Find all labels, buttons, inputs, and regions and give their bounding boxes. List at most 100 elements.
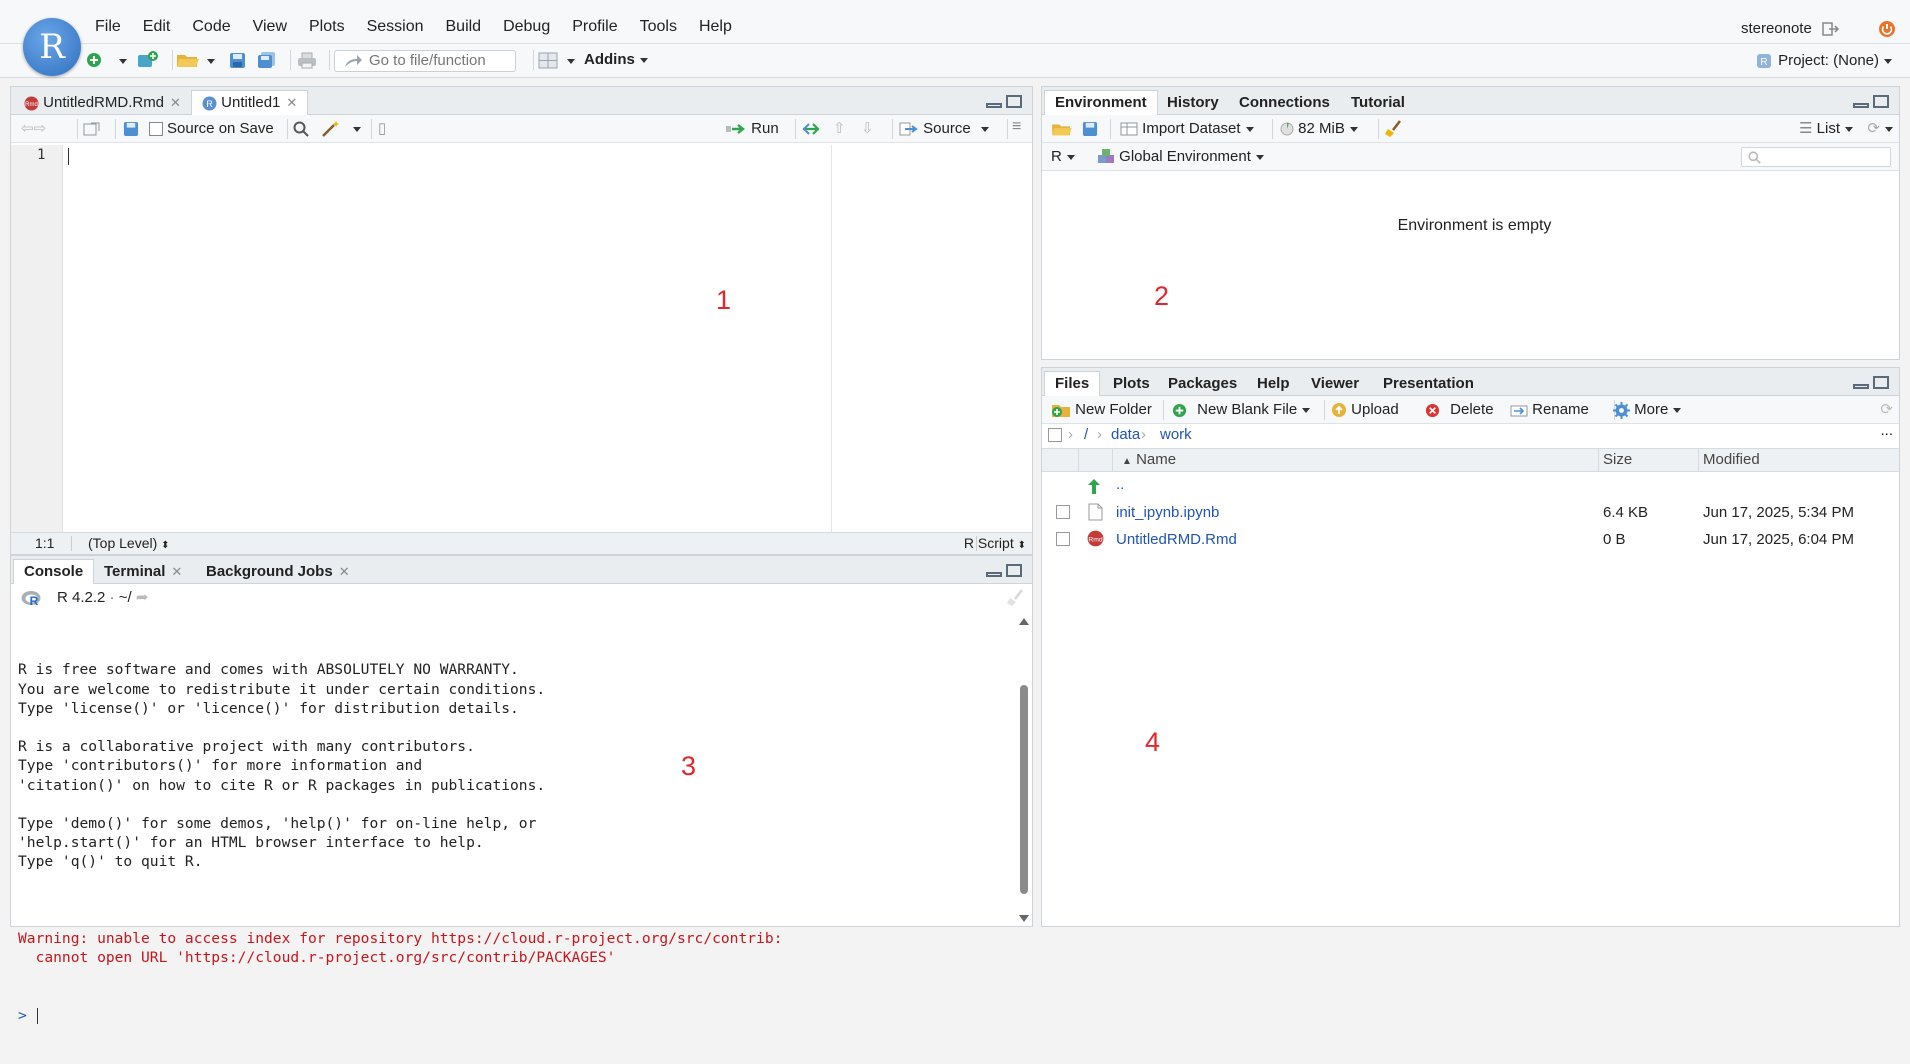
rename-button[interactable]: Rename bbox=[1510, 396, 1589, 423]
go-to-file-input[interactable]: Go to file/function bbox=[334, 50, 516, 72]
working-directory[interactable]: ~/ bbox=[119, 589, 132, 606]
print-icon[interactable] bbox=[297, 52, 317, 69]
scroll-down-icon[interactable] bbox=[1019, 915, 1029, 922]
tab-history[interactable]: History bbox=[1156, 90, 1230, 115]
show-in-window-icon[interactable] bbox=[83, 121, 101, 137]
source-on-save-checkbox[interactable] bbox=[149, 122, 163, 137]
minimize-icon[interactable] bbox=[986, 572, 1002, 577]
addins-menu[interactable]: Addins bbox=[584, 51, 648, 68]
run-button[interactable]: Run bbox=[725, 115, 779, 142]
delete-button[interactable]: Delete bbox=[1425, 396, 1494, 423]
menu-help[interactable]: Help bbox=[699, 18, 732, 36]
menu-session[interactable]: Session bbox=[367, 18, 424, 36]
scroll-up-icon[interactable] bbox=[1019, 618, 1029, 625]
load-workspace-icon[interactable] bbox=[1051, 121, 1073, 137]
save-icon[interactable] bbox=[123, 121, 139, 137]
close-tab-icon[interactable]: ✕ bbox=[339, 564, 350, 579]
maximize-icon[interactable] bbox=[1873, 376, 1889, 389]
menu-debug[interactable]: Debug bbox=[503, 18, 550, 36]
menu-view[interactable]: View bbox=[253, 18, 287, 36]
maximize-icon[interactable] bbox=[1006, 564, 1022, 577]
console-output[interactable]: R is free software and comes with ABSOLU… bbox=[11, 614, 1016, 1025]
breadcrumb-root[interactable]: / bbox=[1084, 424, 1088, 446]
maximize-icon[interactable] bbox=[1873, 95, 1889, 108]
file-name-link[interactable]: UntitledRMD.Rmd bbox=[1116, 531, 1237, 548]
row-checkbox[interactable] bbox=[1056, 532, 1070, 546]
parent-directory-link[interactable]: .. bbox=[1116, 476, 1124, 493]
environment-scope-selector[interactable]: Global Environment bbox=[1097, 143, 1264, 170]
select-all-checkbox[interactable] bbox=[1048, 428, 1062, 442]
menu-file[interactable]: File bbox=[95, 18, 121, 36]
clear-workspace-broom-icon[interactable] bbox=[1384, 120, 1404, 138]
new-file-dropdown-icon[interactable] bbox=[119, 59, 127, 64]
tab-connections[interactable]: Connections bbox=[1228, 90, 1341, 115]
import-dataset-menu[interactable]: Import Dataset bbox=[1120, 115, 1254, 142]
table-row[interactable]: Rmd UntitledRMD.Rmd 0 B Jun 17, 2025, 6:… bbox=[1042, 526, 1899, 553]
save-workspace-icon[interactable] bbox=[1082, 121, 1098, 137]
scope-selector[interactable]: (Top Level) ⬍ bbox=[88, 533, 170, 556]
code-editor-area[interactable] bbox=[64, 145, 1032, 532]
row-checkbox[interactable] bbox=[1056, 505, 1070, 519]
minimize-icon[interactable] bbox=[1853, 103, 1869, 108]
close-tab-icon[interactable]: ✕ bbox=[170, 95, 181, 110]
file-name-link[interactable]: init_ipynb.ipynb bbox=[1116, 504, 1219, 521]
project-menu[interactable]: R Project: (None) bbox=[1756, 52, 1892, 69]
save-icon[interactable] bbox=[229, 52, 246, 69]
upload-button[interactable]: Upload bbox=[1331, 396, 1399, 423]
breadcrumb-data[interactable]: data bbox=[1111, 424, 1140, 446]
memory-usage-menu[interactable]: 82 MiB bbox=[1280, 115, 1358, 142]
tab-environment[interactable]: Environment bbox=[1044, 90, 1158, 116]
back-forward-icon[interactable]: ⇦⇨ bbox=[21, 115, 46, 142]
code-tools-wand-icon[interactable] bbox=[321, 120, 341, 138]
minimize-icon[interactable] bbox=[986, 103, 1002, 108]
view-mode-menu[interactable]: ☰ List bbox=[1799, 115, 1853, 142]
scrollbar-thumb[interactable] bbox=[1020, 685, 1028, 894]
new-file-icon[interactable] bbox=[86, 52, 102, 68]
refresh-icon[interactable]: ⟳ bbox=[1867, 115, 1893, 142]
search-icon[interactable] bbox=[293, 121, 309, 137]
column-size-header[interactable]: Size bbox=[1603, 449, 1632, 471]
table-row[interactable]: init_ipynb.ipynb 6.4 KB Jun 17, 2025, 5:… bbox=[1042, 499, 1899, 526]
console-scrollbar[interactable] bbox=[1019, 618, 1029, 922]
tab-plots[interactable]: Plots bbox=[1102, 371, 1161, 396]
open-recent-dropdown-icon[interactable] bbox=[207, 59, 215, 64]
environment-search-input[interactable] bbox=[1741, 147, 1891, 167]
tab-untitledrmd[interactable]: Rmd UntitledRMD.Rmd ✕ bbox=[13, 90, 192, 115]
maximize-icon[interactable] bbox=[1006, 95, 1022, 108]
sign-out-icon[interactable] bbox=[1822, 21, 1840, 37]
column-modified-header[interactable]: Modified bbox=[1703, 449, 1760, 471]
breadcrumb-work[interactable]: work bbox=[1160, 424, 1192, 446]
source-button[interactable]: Source bbox=[899, 115, 989, 142]
go-down-icon[interactable]: ⇩ bbox=[861, 115, 874, 142]
language-selector[interactable]: R bbox=[1051, 143, 1075, 170]
tab-help[interactable]: Help bbox=[1246, 371, 1301, 396]
more-menu[interactable]: More bbox=[1613, 396, 1682, 423]
tab-packages[interactable]: Packages bbox=[1157, 371, 1248, 396]
document-outline-icon[interactable]: ≡ bbox=[1012, 113, 1021, 140]
menu-code[interactable]: Code bbox=[192, 18, 230, 36]
tab-terminal[interactable]: Terminal ✕ bbox=[93, 559, 193, 584]
tab-tutorial[interactable]: Tutorial bbox=[1340, 90, 1416, 115]
save-all-icon[interactable] bbox=[257, 51, 277, 69]
refresh-file-list-icon[interactable]: ⟳ bbox=[1880, 396, 1893, 423]
console-prompt-line[interactable]: > bbox=[18, 1006, 1016, 1025]
menu-edit[interactable]: Edit bbox=[143, 18, 171, 36]
new-project-icon[interactable] bbox=[136, 50, 160, 70]
outline-icon[interactable]: ▯ bbox=[378, 115, 386, 142]
tab-console[interactable]: Console bbox=[13, 559, 95, 585]
tab-background-jobs[interactable]: Background Jobs ✕ bbox=[195, 559, 361, 584]
go-to-directory-button[interactable]: ... bbox=[1880, 420, 1893, 442]
quit-session-icon[interactable] bbox=[1878, 20, 1896, 38]
menu-plots[interactable]: Plots bbox=[309, 18, 345, 36]
new-folder-button[interactable]: New Folder bbox=[1051, 396, 1152, 423]
tab-viewer[interactable]: Viewer bbox=[1300, 371, 1370, 396]
menu-profile[interactable]: Profile bbox=[572, 18, 617, 36]
source-on-save-toggle[interactable]: Source on Save bbox=[149, 115, 274, 142]
rerun-icon[interactable] bbox=[801, 122, 823, 136]
minimize-icon[interactable] bbox=[1853, 384, 1869, 389]
close-tab-icon[interactable]: ✕ bbox=[171, 564, 182, 579]
column-name-header[interactable]: ▲ Name bbox=[1122, 449, 1176, 473]
open-file-icon[interactable] bbox=[176, 51, 200, 69]
pane-layout-dropdown-icon[interactable] bbox=[567, 59, 575, 64]
go-up-icon[interactable]: ⇧ bbox=[833, 115, 846, 142]
